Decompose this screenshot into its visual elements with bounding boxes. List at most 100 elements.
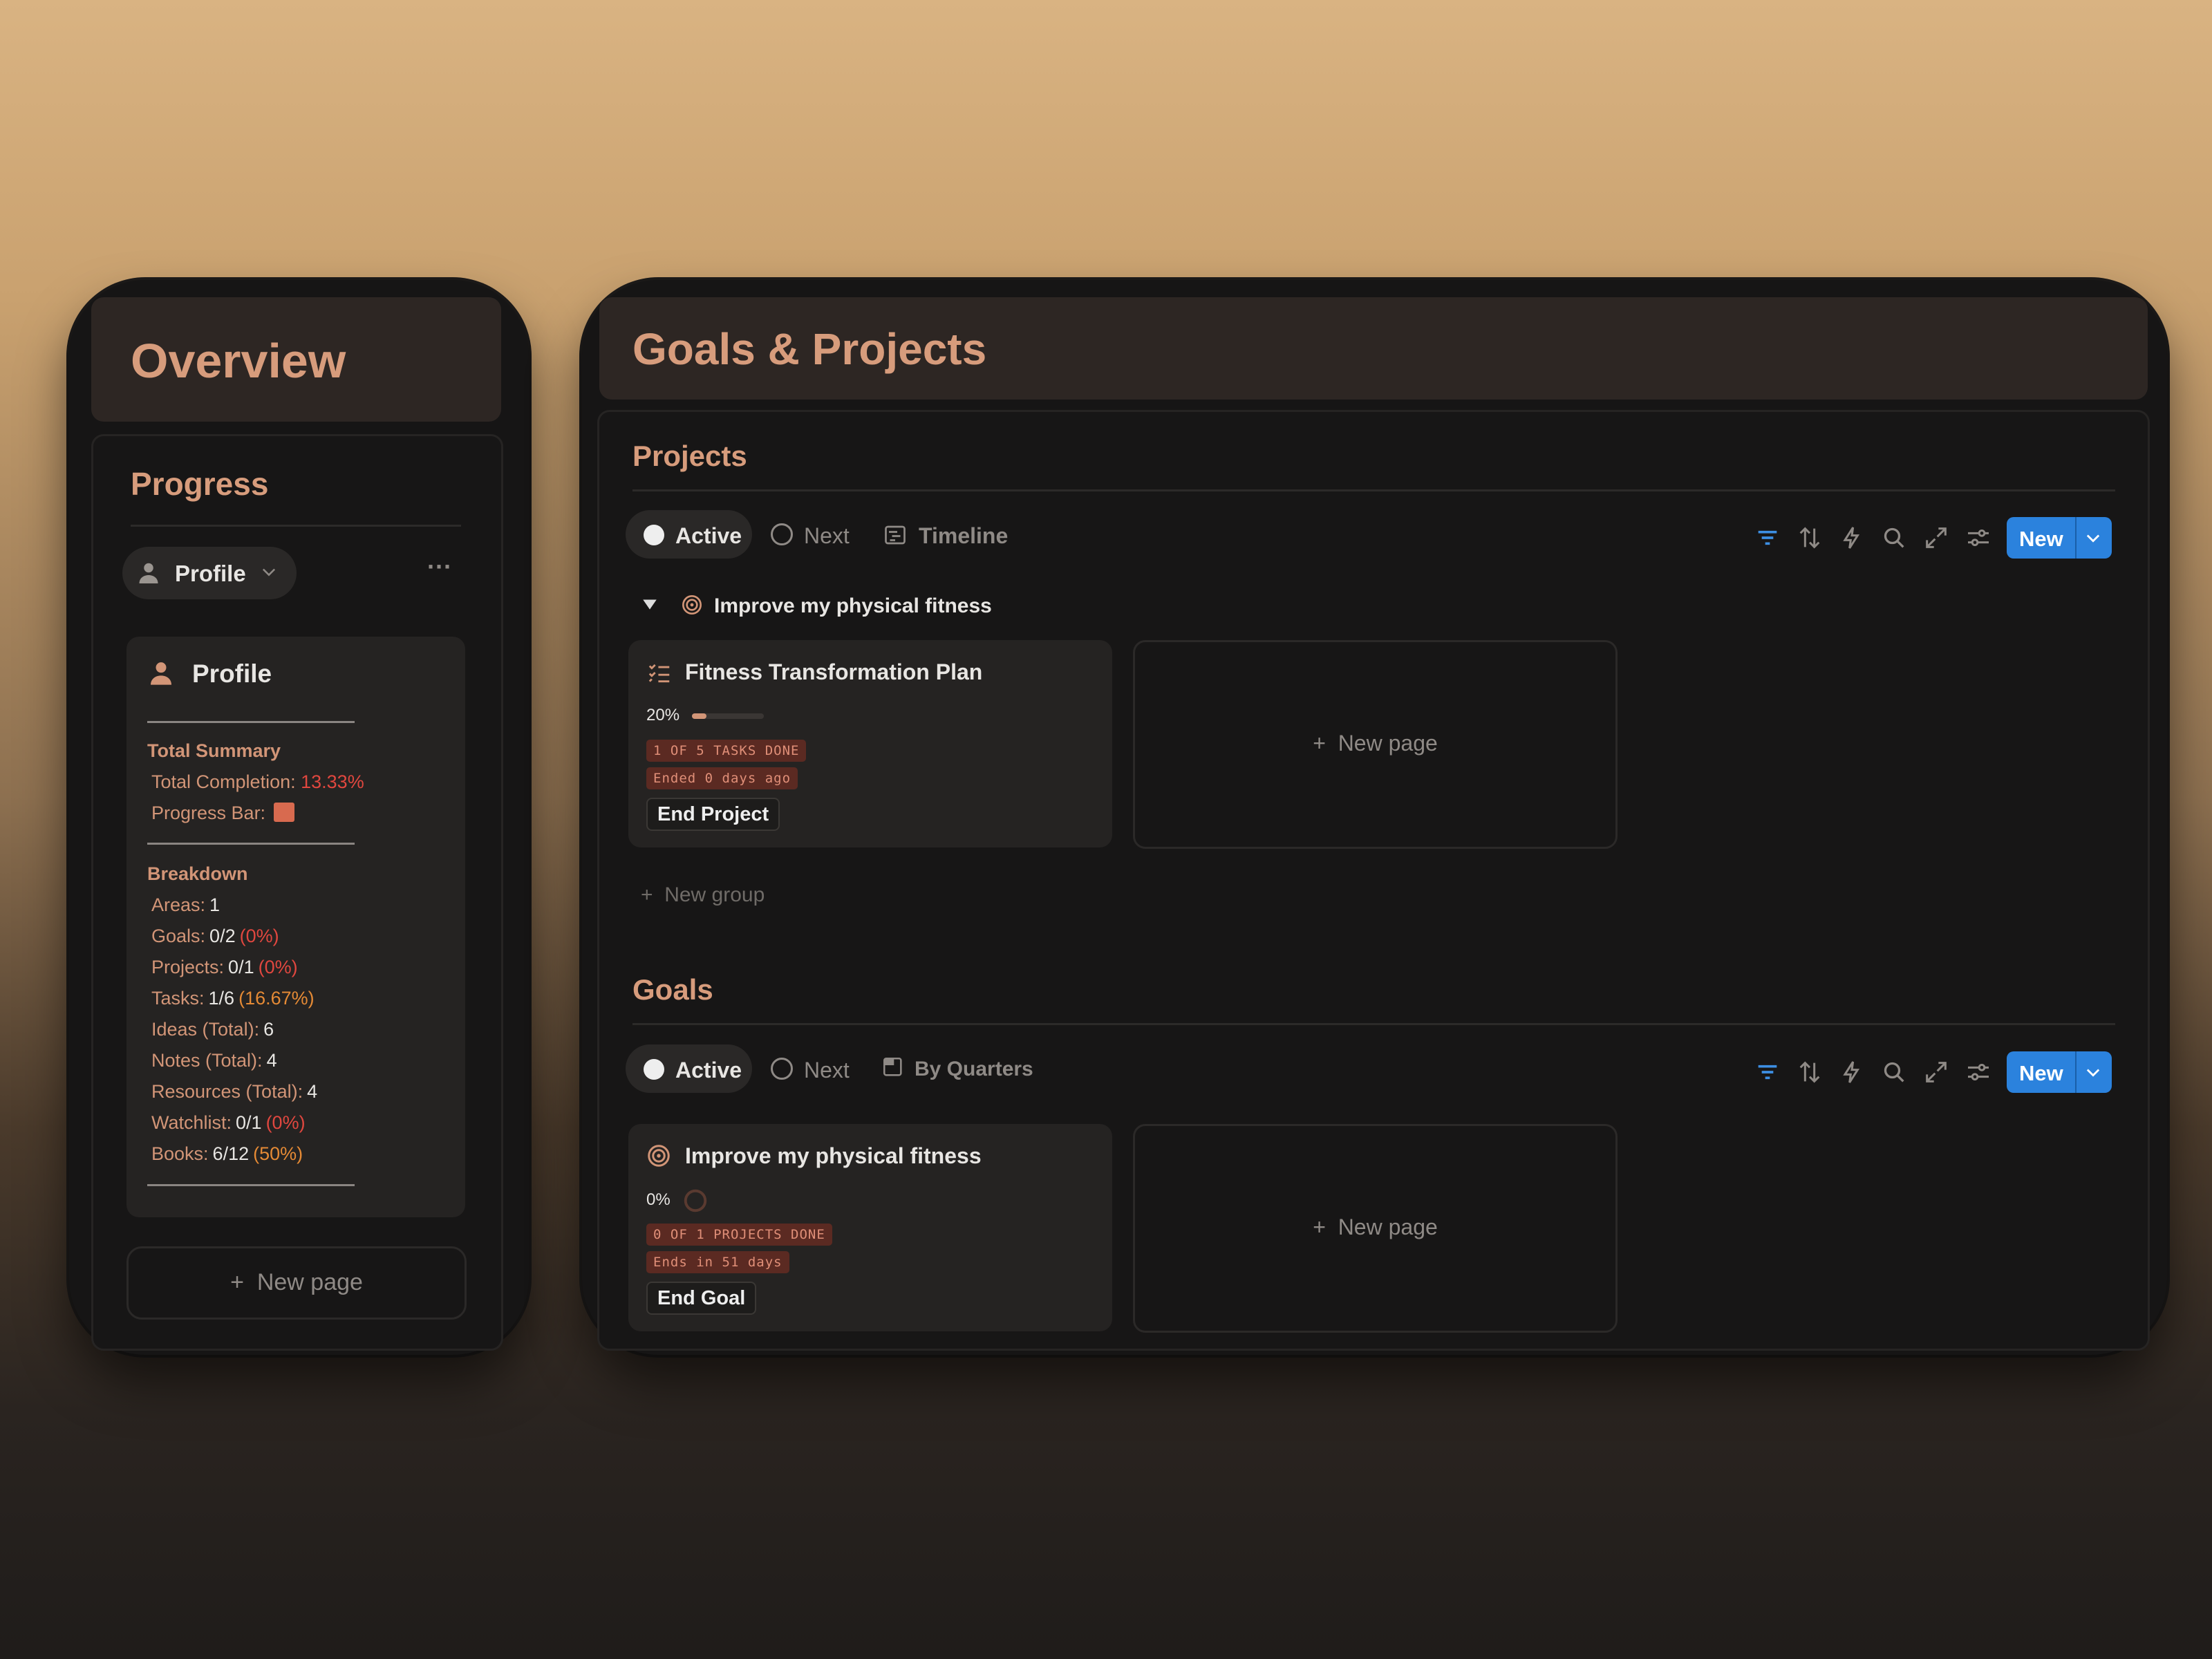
- search-icon[interactable]: [1880, 524, 1908, 552]
- breakdown-percent: (0%): [258, 957, 298, 977]
- project-group-header[interactable]: Improve my physical fitness: [641, 588, 1056, 623]
- projects-toolbar: New: [1754, 517, 2113, 559]
- new-page-card[interactable]: + New page: [1133, 640, 1618, 849]
- project-title: Fitness Transformation Plan: [685, 659, 983, 684]
- goals-projects-content: Projects Active Next Timeline New Improv…: [597, 410, 2150, 1351]
- projects-done-tag: 0 OF 1 PROJECTS DONE: [646, 1224, 832, 1246]
- breakdown-percent: (16.67%): [238, 988, 315, 1009]
- total-completion-label: Total Completion:: [151, 771, 296, 792]
- new-button-label: New: [2019, 1061, 2063, 1085]
- tab-projects-timeline[interactable]: Timeline: [883, 510, 1021, 559]
- project-progress-text: 20%: [646, 706, 680, 724]
- new-goal-button[interactable]: New: [2007, 1051, 2112, 1093]
- tab-goals-active[interactable]: Active: [626, 1044, 752, 1093]
- chevron-down-icon[interactable]: [2083, 528, 2103, 547]
- filter-icon[interactable]: [1754, 1058, 1781, 1086]
- new-project-button[interactable]: New: [2007, 517, 2112, 559]
- end-goal-button[interactable]: End Goal: [646, 1282, 757, 1315]
- filter-icon[interactable]: [1754, 524, 1781, 552]
- new-page-label: New page: [256, 1269, 363, 1295]
- tab-goals-next[interactable]: Next: [771, 1044, 854, 1093]
- tab-label: By Quarters: [915, 1058, 1033, 1080]
- breakdown-item: Watchlist: 0/1 (0%): [151, 1112, 306, 1134]
- goals-view-tabs: Active Next By Quarters: [626, 1044, 1109, 1093]
- settings-icon[interactable]: [1965, 1058, 1992, 1086]
- divider: [147, 843, 355, 845]
- projects-view-tabs: Active Next Timeline: [626, 510, 1109, 559]
- expand-icon[interactable]: [1922, 524, 1950, 552]
- tab-projects-active[interactable]: Active: [626, 510, 752, 559]
- profile-card-title: Profile: [192, 659, 272, 688]
- caret-down-icon[interactable]: [641, 595, 659, 613]
- goal-progress-text: 0%: [646, 1190, 671, 1209]
- chevron-down-icon: [259, 562, 279, 581]
- divider: [632, 1023, 2115, 1025]
- overview-title-bar: Overview: [91, 297, 501, 422]
- person-icon: [147, 659, 175, 687]
- more-options-button[interactable]: ···: [427, 552, 452, 581]
- breakdown-label: Resources (Total):: [151, 1081, 303, 1102]
- breakdown-value: 6/12: [212, 1143, 250, 1164]
- new-page-button[interactable]: + New page: [126, 1246, 467, 1320]
- tab-label: Next: [804, 1058, 850, 1082]
- goals-projects-title: Goals & Projects: [632, 324, 987, 374]
- chevron-down-icon[interactable]: [2083, 1062, 2103, 1082]
- breakdown-percent: (0%): [239, 926, 279, 946]
- breakdown-item: Tasks: 1/6 (16.67%): [151, 988, 315, 1009]
- profile-card: Profile Total Summary Total Completion: …: [126, 637, 465, 1217]
- settings-icon[interactable]: [1965, 524, 1992, 552]
- divider: [2075, 1051, 2077, 1093]
- breakdown-value: 0/1: [236, 1112, 262, 1133]
- progress-bar-row: Progress Bar:: [151, 803, 294, 824]
- breakdown-item: Notes (Total): 4: [151, 1050, 277, 1071]
- automation-icon[interactable]: [1838, 1058, 1866, 1086]
- breakdown-value: 1/6: [208, 988, 235, 1009]
- timeline-icon: [883, 523, 908, 547]
- total-summary-heading: Total Summary: [147, 740, 281, 761]
- breakdown-label: Notes (Total):: [151, 1050, 263, 1071]
- ended-tag: Ended 0 days ago: [646, 767, 798, 789]
- breakdown-item: Ideas (Total): 6: [151, 1019, 274, 1040]
- view-selector-label: Profile: [175, 561, 246, 586]
- sort-icon[interactable]: [1796, 524, 1824, 552]
- tab-goals-by-quarters[interactable]: By Quarters: [881, 1044, 1061, 1093]
- breakdown-percent: (0%): [265, 1112, 306, 1133]
- view-selector-profile[interactable]: Profile: [122, 547, 297, 599]
- search-icon[interactable]: [1880, 1058, 1908, 1086]
- goals-projects-panel: Goals & Projects Projects Active Next Ti…: [582, 280, 2167, 1355]
- breakdown-value: 1: [209, 894, 221, 915]
- filled-circle-icon: [644, 525, 664, 545]
- new-group-button[interactable]: + New group: [641, 883, 765, 907]
- plus-icon: +: [1313, 731, 1326, 756]
- total-completion-row: Total Completion: 13.33%: [151, 771, 364, 793]
- tab-label: Timeline: [919, 523, 1009, 548]
- breakdown-value: 0/2: [209, 926, 236, 946]
- expand-icon[interactable]: [1922, 1058, 1950, 1086]
- divider: [2075, 517, 2077, 559]
- breakdown-value: 0/1: [228, 957, 254, 977]
- new-button-label: New: [2019, 527, 2063, 551]
- automation-icon[interactable]: [1838, 524, 1866, 552]
- goal-card[interactable]: Improve my physical fitness 0% 0 OF 1 PR…: [628, 1124, 1112, 1331]
- overview-panel: Overview Progress Profile ··· Profile To…: [69, 280, 529, 1355]
- end-project-button[interactable]: End Project: [646, 798, 780, 831]
- empty-circle-icon: [771, 523, 793, 545]
- project-card[interactable]: Fitness Transformation Plan 20% 1 OF 5 T…: [628, 640, 1112, 847]
- total-completion-value: 13.33%: [301, 771, 364, 792]
- progress-bar-block: [273, 803, 294, 822]
- new-page-row: + New page: [1135, 731, 1615, 756]
- divider: [632, 489, 2115, 491]
- breakdown-value: 6: [263, 1019, 274, 1040]
- tab-label: Next: [804, 523, 850, 548]
- sort-icon[interactable]: [1796, 1058, 1824, 1086]
- divider: [147, 721, 355, 723]
- breakdown-item: Projects: 0/1 (0%): [151, 957, 298, 978]
- breakdown-item: Resources (Total): 4: [151, 1081, 317, 1103]
- new-page-card[interactable]: + New page: [1133, 1124, 1618, 1333]
- goals-heading: Goals: [632, 973, 713, 1006]
- breakdown-value: 4: [307, 1081, 318, 1102]
- empty-circle-icon: [771, 1058, 793, 1080]
- breakdown-label: Areas:: [151, 894, 206, 915]
- breakdown-label: Tasks:: [151, 988, 205, 1009]
- tab-projects-next[interactable]: Next: [771, 510, 854, 559]
